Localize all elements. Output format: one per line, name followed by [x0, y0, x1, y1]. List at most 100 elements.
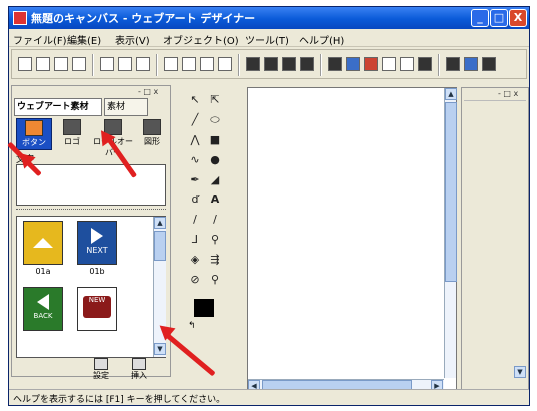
redo-icon[interactable] — [182, 57, 196, 71]
brush-tool-icon[interactable]: ď — [188, 193, 202, 207]
title-bar[interactable]: 無題のキャンバス - ウェブアート デザイナー _ □ X — [9, 7, 529, 29]
gallery-thumb[interactable]: BACK — [23, 287, 63, 331]
circle-tool-icon[interactable]: ● — [208, 153, 222, 167]
minimize-button[interactable]: _ — [471, 9, 489, 27]
image-icon[interactable] — [446, 57, 460, 71]
frame-icon[interactable] — [400, 57, 414, 71]
fill-color-swatch[interactable] — [194, 299, 214, 317]
tshirt-icon: NEW — [83, 296, 111, 318]
category-button[interactable]: ボタン — [16, 118, 52, 150]
zoom-icon[interactable] — [200, 57, 214, 71]
web-icon[interactable] — [346, 57, 360, 71]
text-tool-icon[interactable]: A — [208, 193, 222, 207]
toolbar-separator — [438, 54, 440, 76]
menu-bar: ファイル(F) 編集(E) 表示(V) オブジェクト(O) ツール(T) ヘルプ… — [9, 29, 529, 47]
print-icon[interactable] — [72, 57, 86, 71]
open-file-icon[interactable] — [36, 57, 50, 71]
polygon-tool-icon[interactable]: ◢ — [208, 173, 222, 187]
save-icon[interactable] — [54, 57, 68, 71]
fill-tool-icon[interactable]: ◈ — [188, 253, 202, 267]
maximize-button[interactable]: □ — [490, 9, 508, 27]
settings-icon — [94, 358, 108, 370]
thumb-label: NEXT — [86, 246, 108, 255]
effect-icon[interactable] — [364, 57, 378, 71]
settings-button[interactable]: 設定 — [86, 358, 116, 380]
insert-button[interactable]: 挿入 — [124, 358, 154, 380]
menu-file[interactable]: ファイル(F) — [13, 32, 67, 47]
pen-tool-icon[interactable]: ✒ — [188, 173, 202, 187]
group-icon[interactable] — [328, 57, 342, 71]
transform-tool-icon[interactable]: ⚲ — [208, 233, 222, 247]
knife-tool-icon[interactable]: ⅃ — [188, 233, 202, 247]
tab-material[interactable]: 素材 — [104, 98, 148, 116]
export-icon[interactable] — [418, 57, 432, 71]
eraser-tool-icon[interactable]: / — [208, 213, 222, 227]
select-tool-icon[interactable]: ↖ — [188, 93, 202, 107]
cut-icon[interactable] — [100, 57, 114, 71]
thumb-caption: 01b — [89, 267, 105, 276]
menu-edit[interactable]: 編集(E) — [67, 32, 101, 47]
menu-tools[interactable]: ツール(T) — [245, 32, 289, 47]
rect-tool-icon[interactable]: ■ — [208, 133, 222, 147]
right-panel: - □ x ▼ — [461, 87, 529, 397]
swap-colors-icon[interactable]: ↰ — [188, 321, 202, 331]
align-right-icon[interactable] — [282, 57, 296, 71]
zoom-tool-icon[interactable]: ⚲ — [208, 273, 222, 287]
arrow-left-icon — [37, 294, 49, 310]
pointer-tool-icon[interactable]: ⇱ — [208, 93, 222, 107]
menu-object[interactable]: オブジェクト(O) — [163, 32, 239, 47]
panel-controls[interactable]: - □ x — [138, 87, 158, 97]
eyedropper-tool-icon[interactable]: ⊘ — [188, 273, 202, 287]
category-label: ロゴ — [64, 137, 80, 146]
gallery-thumb[interactable]: NEW — [77, 287, 117, 331]
category-label: ボタン — [22, 138, 46, 147]
thumb-label: BACK — [33, 312, 53, 320]
close-button[interactable]: X — [509, 9, 527, 27]
category-label: 図形 — [144, 137, 160, 146]
paste-icon[interactable] — [136, 57, 150, 71]
scroll-thumb[interactable] — [445, 102, 457, 282]
menu-help[interactable]: ヘルプ(H) — [299, 32, 344, 47]
scroll-up-icon[interactable]: ▲ — [154, 217, 166, 229]
scroll-down-icon[interactable]: ▼ — [514, 366, 526, 378]
scroll-up-icon[interactable]: ▲ — [445, 88, 457, 100]
globe-icon[interactable] — [464, 57, 478, 71]
layer-icon[interactable] — [382, 57, 396, 71]
gallery-thumb[interactable] — [23, 221, 63, 265]
panel-tabs: ウェブアート素材 素材 — [14, 98, 168, 116]
gradient-tool-icon[interactable]: ⇶ — [208, 253, 222, 267]
thumb-caption: 01a — [35, 267, 51, 276]
scroll-thumb[interactable] — [154, 231, 166, 261]
category-logo[interactable]: ロゴ — [54, 118, 90, 150]
insert-label: 挿入 — [131, 371, 147, 380]
curve-tool-icon[interactable]: ∿ — [188, 153, 202, 167]
align-center-icon[interactable] — [264, 57, 278, 71]
panel-splitter[interactable] — [16, 209, 166, 213]
category-shape[interactable]: 図形 — [136, 118, 168, 150]
app-window: 無題のキャンバス - ウェブアート デザイナー _ □ X ファイル(F) 編集… — [8, 6, 530, 406]
polyline-tool-icon[interactable]: ⋀ — [188, 133, 202, 147]
menu-view[interactable]: 表示(V) — [115, 32, 150, 47]
distribute-icon[interactable] — [300, 57, 314, 71]
status-bar: ヘルプを表示するには [F1] キーを押してください。 — [9, 389, 529, 405]
new-file-icon[interactable] — [18, 57, 32, 71]
pencil-tool-icon[interactable]: / — [188, 213, 202, 227]
button-category-icon — [25, 120, 43, 136]
grid-icon[interactable] — [218, 57, 232, 71]
undo-icon[interactable] — [164, 57, 178, 71]
insert-icon — [132, 358, 146, 370]
canvas-vscroll[interactable]: ▲ — [444, 88, 457, 378]
align-left-icon[interactable] — [246, 57, 260, 71]
panel-controls[interactable]: - □ x — [498, 89, 518, 99]
status-text: ヘルプを表示するには [F1] キーを押してください。 — [13, 395, 226, 405]
line-tool-icon[interactable]: ╱ — [188, 113, 202, 127]
ellipse-tool-icon[interactable]: ⬭ — [208, 113, 222, 127]
tab-webart-material[interactable]: ウェブアート素材 — [14, 98, 102, 116]
right-panel-body — [464, 100, 526, 394]
settings-icon[interactable] — [482, 57, 496, 71]
drawing-canvas[interactable]: ▲ ◀ ▶ — [247, 87, 457, 392]
scroll-down-icon[interactable]: ▼ — [154, 343, 166, 355]
copy-icon[interactable] — [118, 57, 132, 71]
toolbar-separator — [238, 54, 240, 76]
gallery-thumb[interactable]: NEXT — [77, 221, 117, 265]
